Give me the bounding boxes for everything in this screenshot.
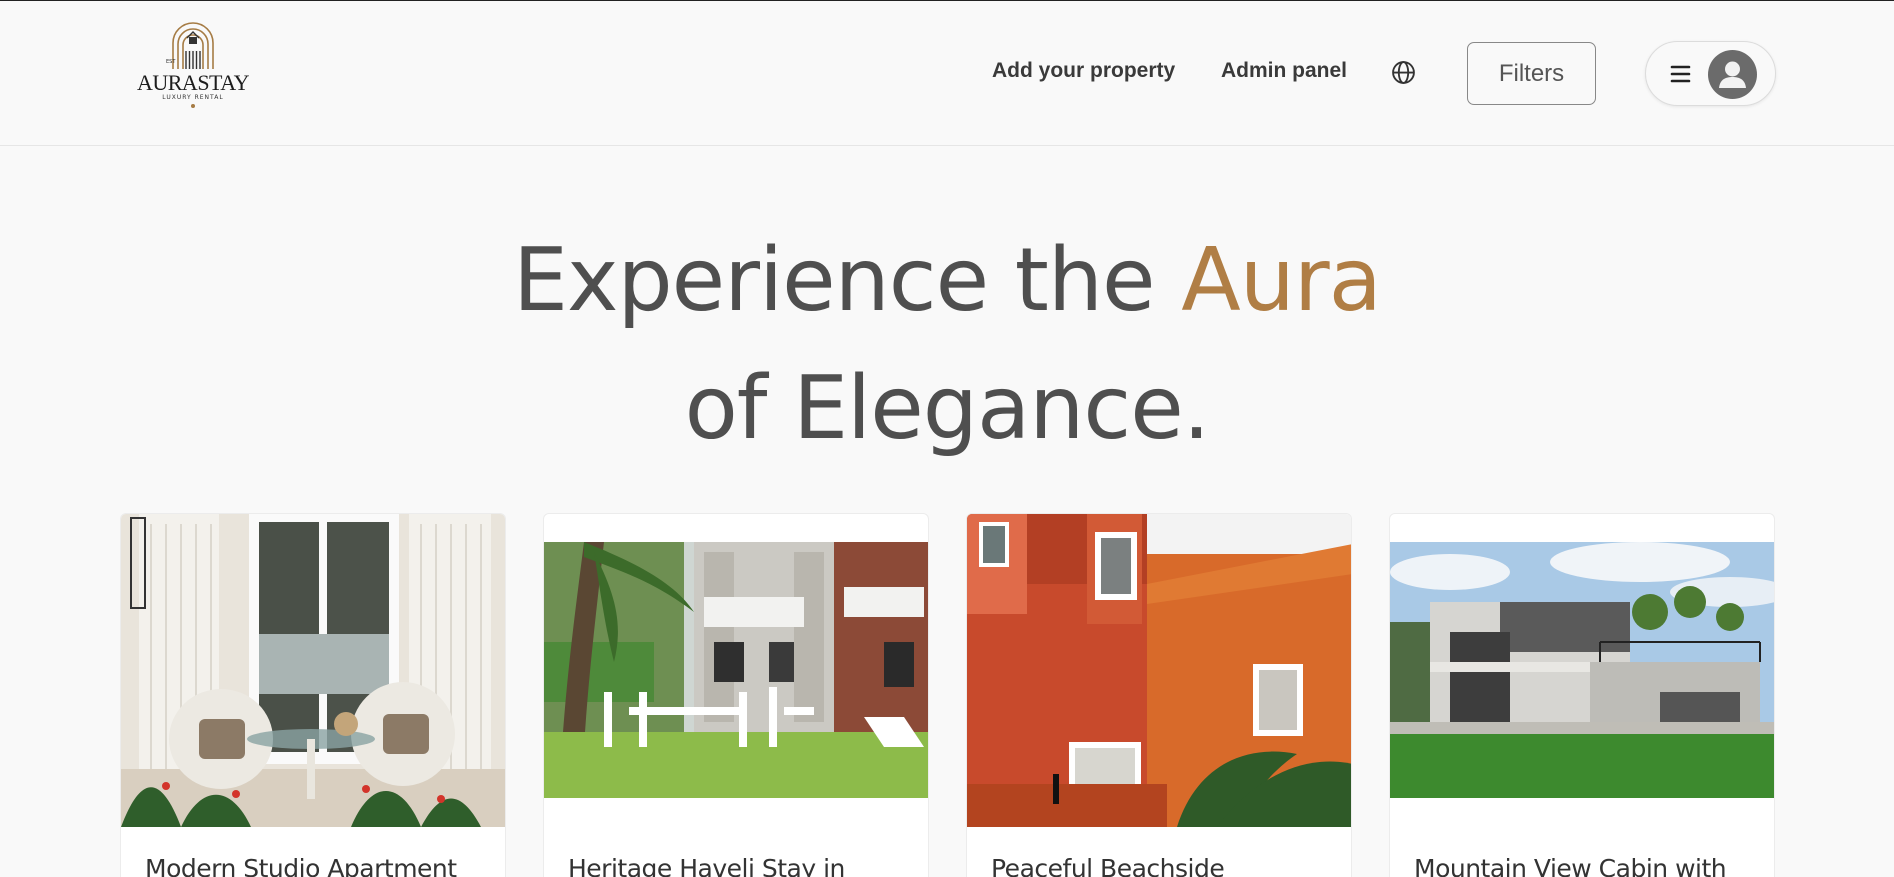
listing-grid: Modern Studio Apartment Heritage Haveli … xyxy=(120,513,1776,877)
listing-card[interactable]: Modern Studio Apartment xyxy=(120,513,506,877)
globe-icon[interactable] xyxy=(1391,60,1416,85)
user-avatar-icon xyxy=(1708,50,1757,99)
listing-image xyxy=(121,514,505,827)
hamburger-menu-icon xyxy=(1670,65,1691,83)
listing-card[interactable]: Mountain View Cabin with xyxy=(1389,513,1775,877)
site-header: EST AURASTAY LUXURY RENTAL Add your prop… xyxy=(0,1,1894,146)
hero-prefix: Experience the xyxy=(512,229,1182,331)
listing-image xyxy=(1390,542,1774,798)
listing-image xyxy=(967,514,1351,827)
add-property-link[interactable]: Add your property xyxy=(992,59,1175,83)
listing-card[interactable]: Peaceful Beachside xyxy=(966,513,1352,877)
hero-accent-word: Aura xyxy=(1181,229,1382,331)
listing-title[interactable]: Modern Studio Apartment xyxy=(145,854,457,877)
listing-title[interactable]: Mountain View Cabin with xyxy=(1414,854,1727,877)
admin-panel-link[interactable]: Admin panel xyxy=(1221,59,1347,83)
listing-title[interactable]: Peaceful Beachside xyxy=(991,854,1225,877)
user-menu-button[interactable] xyxy=(1645,41,1776,106)
logo-dot xyxy=(191,104,195,108)
hero-line-1: Experience the Aura xyxy=(0,216,1894,344)
aurastay-logo[interactable]: EST AURASTAY LUXURY RENTAL xyxy=(132,17,254,117)
listing-title[interactable]: Heritage Haveli Stay in xyxy=(568,854,845,877)
brand-tagline: LUXURY RENTAL xyxy=(162,94,224,101)
hero-headline: Experience the Aura of Elegance. xyxy=(0,216,1894,472)
filters-button[interactable]: Filters xyxy=(1467,42,1596,105)
hero-line-2: of Elegance. xyxy=(684,357,1211,459)
logo-badge: EST xyxy=(166,59,176,65)
logo-emblem-icon: EST xyxy=(166,22,214,69)
listing-card[interactable]: Heritage Haveli Stay in xyxy=(543,513,929,877)
brand-name: AURASTAY xyxy=(136,70,250,95)
listing-image xyxy=(544,542,928,798)
